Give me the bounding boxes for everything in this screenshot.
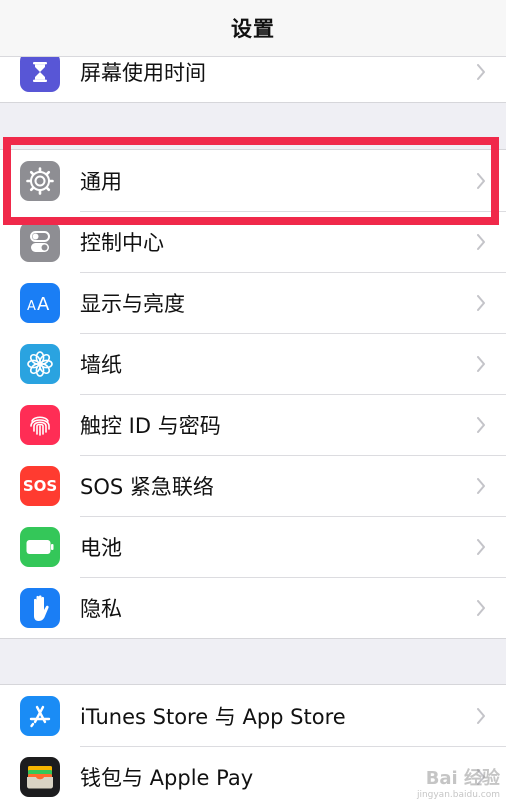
settings-row-label: 控制中心 [80,230,164,255]
settings-row-label: 电池 [80,535,122,560]
svg-text:A: A [37,294,50,314]
settings-row-emergency-sos[interactable]: SOS SOS 紧急联络 [0,455,506,516]
settings-row-wallpaper[interactable]: 墙纸 [0,333,506,394]
chevron-right-icon [477,599,485,616]
settings-row-label: 触控 ID 与密码 [80,413,221,438]
settings-row-itunes-app-store[interactable]: iTunes Store 与 App Store [0,685,506,746]
settings-group-main: 通用 控制中心 A A 显示与亮度 墙纸 触控 ID 与密码 SOS SOS 紧… [0,149,506,639]
settings-row-control-center[interactable]: 控制中心 [0,211,506,272]
hourglass-icon [20,51,60,92]
wallet-icon [20,756,60,797]
chevron-right-icon [477,416,485,433]
settings-row-privacy[interactable]: 隐私 [0,577,506,638]
settings-row-general[interactable]: 通用 [0,150,506,211]
chevron-right-icon [477,477,485,494]
settings-row-label: 屏幕使用时间 [80,60,206,85]
settings-row-label: 钱包与 Apple Pay [80,765,254,790]
settings-screen: 设置 屏幕使用时间 通用 控制中心 A A 显示与亮度 墙纸 触控 ID 与密码… [0,0,506,806]
toggles-icon [20,221,60,262]
hand-icon [20,587,60,628]
chevron-right-icon [477,63,485,80]
battery-icon [20,526,60,567]
settings-row-label: SOS 紧急联络 [80,474,214,499]
chevron-right-icon [477,233,485,250]
chevron-right-icon [477,294,485,311]
svg-text:A: A [27,299,36,314]
flower-icon [20,343,60,384]
watermark: Bai 经验 jingyan.baidu.com [417,764,500,800]
settings-row-label: iTunes Store 与 App Store [80,704,346,729]
gear-icon [20,160,60,201]
settings-row-display-brightness[interactable]: A A 显示与亮度 [0,272,506,333]
sos-icon: SOS [20,465,60,506]
settings-row-battery[interactable]: 电池 [0,516,506,577]
fingerprint-icon [20,404,60,445]
chevron-right-icon [477,355,485,372]
watermark-text: Bai 经验 [425,768,500,789]
settings-row-label: 墙纸 [80,352,122,377]
page-title: 设置 [231,17,275,41]
settings-row-label: 隐私 [80,596,122,621]
navigation-bar: 设置 [0,0,506,57]
chevron-right-icon [477,172,485,189]
sos-icon-text: SOS [22,476,58,495]
settings-row-label: 通用 [80,169,122,194]
settings-row-label: 显示与亮度 [80,291,185,316]
watermark-subtext: jingyan.baidu.com [416,790,500,800]
app-store-icon [20,695,60,736]
settings-row-touch-id-passcode[interactable]: 触控 ID 与密码 [0,394,506,455]
chevron-right-icon [477,707,485,724]
text-size-icon: A A [20,282,60,323]
chevron-right-icon [477,538,485,555]
